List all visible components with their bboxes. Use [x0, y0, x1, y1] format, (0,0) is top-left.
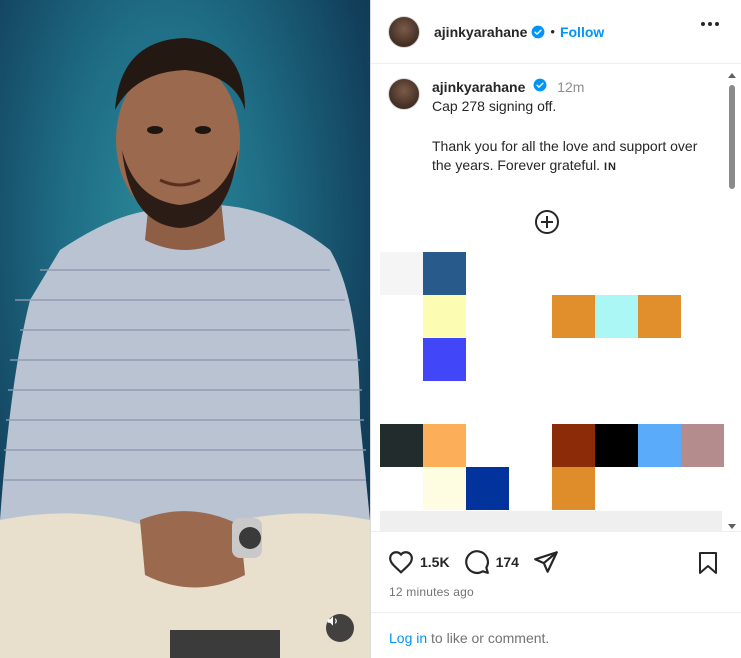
plus-circle-icon	[535, 210, 559, 234]
mosaic-tile	[552, 295, 595, 338]
mosaic-tile	[466, 467, 509, 510]
like-button[interactable]: 1.5K	[388, 550, 450, 574]
mosaic-tile	[423, 252, 466, 295]
heart-icon	[389, 551, 413, 574]
post-header: ajinkyarahane • Follow	[371, 0, 741, 64]
mosaic-tile	[595, 424, 638, 467]
verified-badge-icon	[533, 78, 547, 92]
actions-divider	[371, 531, 741, 532]
post-time[interactable]: 12m	[557, 79, 584, 95]
likes-count[interactable]: 1.5K	[420, 554, 450, 570]
mosaic-tile	[380, 252, 423, 295]
comment-button[interactable]: 174	[464, 549, 519, 575]
caption-line1: Cap 278 signing off.	[432, 98, 557, 114]
login-prompt: Log in to like or comment.	[389, 630, 549, 646]
post-media[interactable]	[0, 0, 370, 658]
caption-username[interactable]: ajinkyarahane	[432, 79, 525, 95]
comments-panel[interactable]: ajinkyarahane 12m Cap 278 signing off. T…	[371, 65, 741, 531]
verified-badge-icon	[531, 25, 545, 39]
mosaic-tile	[423, 295, 466, 338]
header-separator: •	[550, 24, 555, 39]
author-username[interactable]: ajinkyarahane	[434, 24, 527, 40]
load-more-comments-button[interactable]	[534, 209, 560, 240]
share-button[interactable]	[533, 549, 559, 575]
caption-avatar[interactable]	[388, 78, 420, 110]
bookmark-icon	[699, 552, 717, 574]
share-icon	[534, 551, 558, 573]
follow-button[interactable]: Follow	[560, 24, 604, 40]
login-prompt-text: to like or comment.	[427, 630, 550, 646]
mosaic-tile	[638, 424, 681, 467]
comment-placeholder-bar	[380, 511, 722, 531]
caption-line2: Thank you for all the love and support o…	[432, 138, 698, 173]
action-bar: 1.5K 174	[388, 549, 559, 575]
mosaic-tile	[380, 424, 423, 467]
comment-icon	[464, 550, 489, 574]
save-button[interactable]	[697, 551, 719, 580]
scroll-up-arrow[interactable]	[728, 73, 736, 78]
media-illustration	[0, 38, 370, 658]
scroll-down-arrow[interactable]	[728, 524, 736, 529]
speaker-icon	[327, 616, 337, 626]
mosaic-tile	[681, 424, 724, 467]
mosaic-tile	[423, 467, 466, 510]
mosaic-tile	[423, 424, 466, 467]
login-link[interactable]: Log in	[389, 630, 427, 646]
mosaic-tile	[595, 295, 638, 338]
mosaic-tile	[552, 467, 595, 510]
flag-india: IN	[603, 161, 617, 173]
mute-button[interactable]	[326, 614, 354, 642]
mosaic-tile	[638, 295, 681, 338]
scroll-thumb[interactable]	[729, 85, 735, 189]
more-icon[interactable]	[701, 22, 719, 26]
comments-scrollbar[interactable]	[725, 65, 739, 531]
comments-count[interactable]: 174	[496, 554, 519, 570]
login-divider	[371, 612, 741, 613]
mosaic-tile	[552, 424, 595, 467]
caption: ajinkyarahane 12m Cap 278 signing off. T…	[388, 78, 708, 177]
post-time-ago[interactable]: 12 minutes ago	[389, 585, 474, 599]
author-avatar[interactable]	[388, 15, 420, 48]
mosaic-tile	[423, 338, 466, 381]
